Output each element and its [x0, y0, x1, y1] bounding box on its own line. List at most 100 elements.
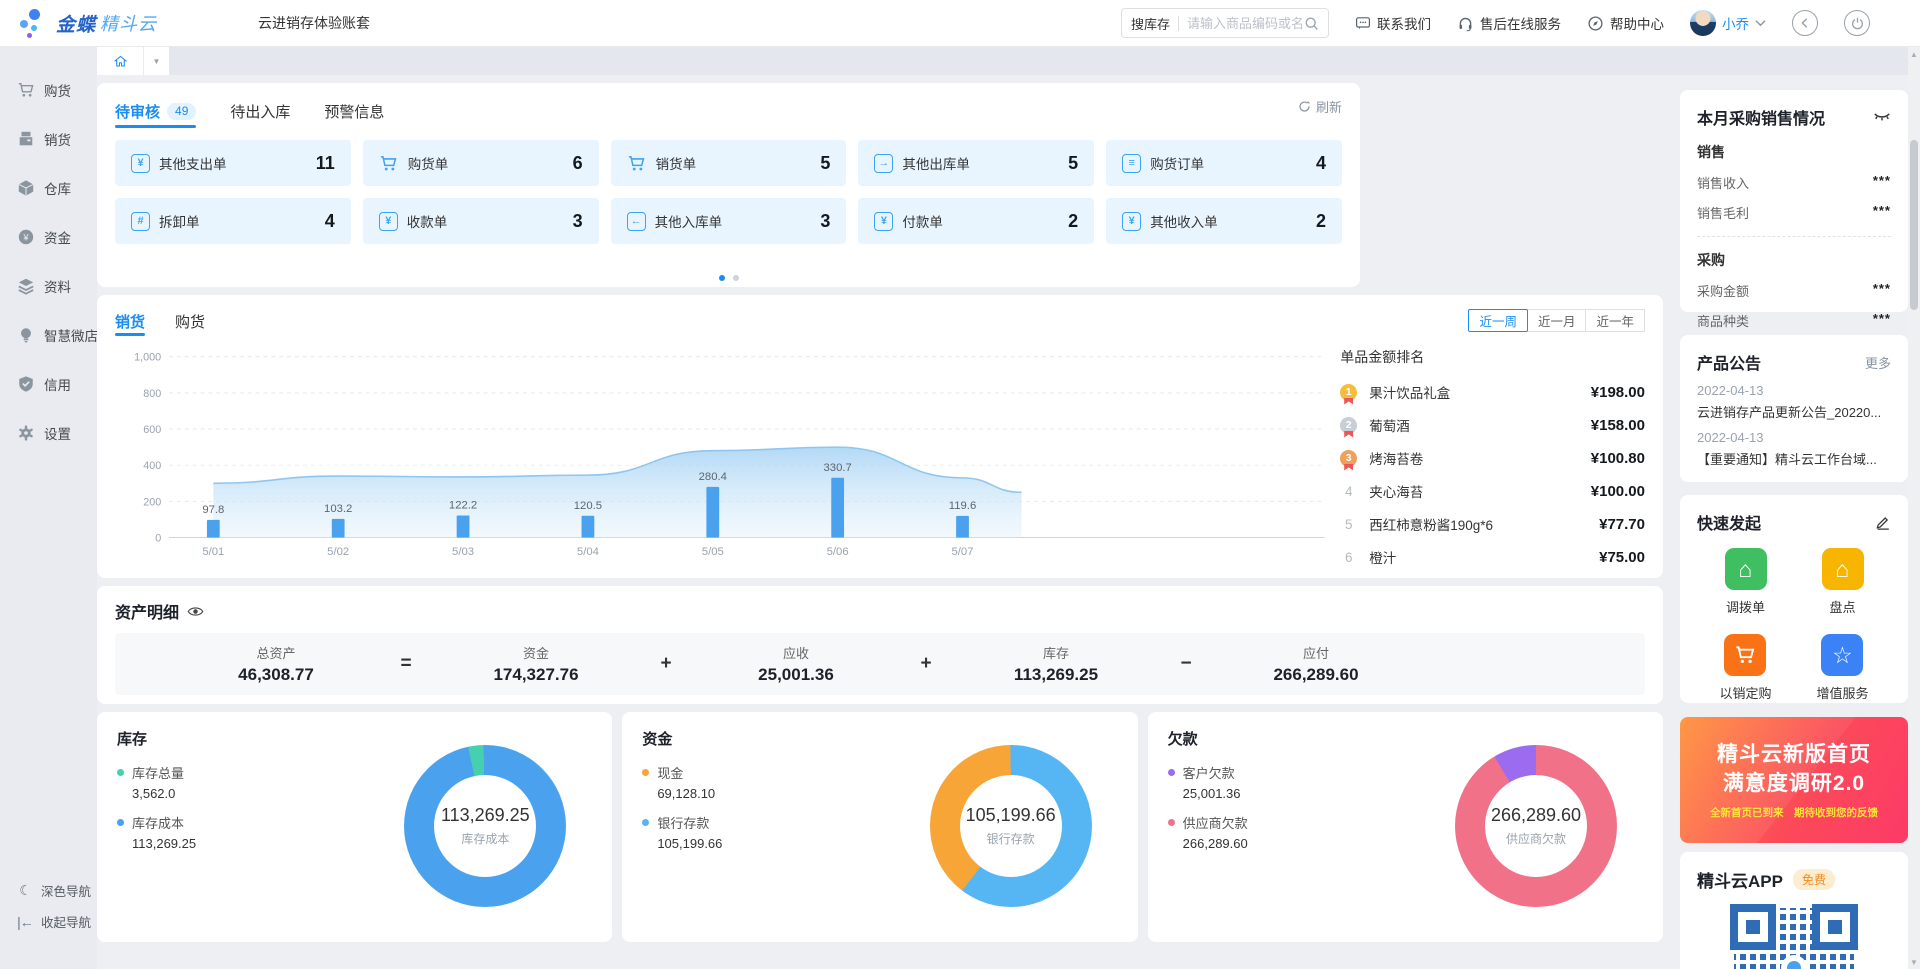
operator-equals: =: [367, 653, 445, 675]
task-card-disassembly[interactable]: # 拆卸单 4: [115, 198, 351, 244]
app-logo[interactable]: 金蝶 精斗云: [18, 6, 228, 40]
survey-banner[interactable]: 精斗云新版首页 满意度调研2.0 全新首页已到来 期待收到您的反馈: [1680, 717, 1908, 843]
sidebar-item-credit[interactable]: 信用: [0, 359, 97, 408]
edit-pencil-icon[interactable]: [1875, 514, 1891, 530]
payment-doc-icon: ¥: [874, 212, 893, 231]
page-scrollbar[interactable]: ▲ ▼: [1908, 47, 1920, 969]
assets-detail-panel: 资产明细 总资产46,308.77 = 资金174,327.76 + 应收25,…: [97, 586, 1663, 704]
cart-icon: [17, 81, 35, 99]
sidebar-item-settings[interactable]: 设置: [0, 408, 97, 457]
sidebar-item-purchase[interactable]: 购货: [0, 65, 97, 114]
tab-list-dropdown[interactable]: ▼: [143, 47, 169, 75]
after-sales-service-link[interactable]: 售后在线服务: [1457, 13, 1561, 33]
logout-power-button[interactable]: [1844, 10, 1870, 36]
eye-icon[interactable]: [187, 605, 204, 618]
eye-closed-icon[interactable]: [1873, 111, 1891, 123]
task-card-purchase-order[interactable]: 购货单 6: [363, 140, 599, 186]
task-card-other-expense[interactable]: ¥ 其他支出单 11: [115, 140, 351, 186]
moon-icon: ☾: [17, 882, 33, 899]
sales-section-header: 销售: [1697, 142, 1891, 162]
legend-dot: [642, 819, 649, 826]
range-week-button[interactable]: 近一周: [1468, 309, 1528, 332]
inventory-card: 库存 库存总量 3,562.0 库存成本 113,269.25 113,269.…: [97, 712, 612, 942]
app-qr-card: 精斗云APP 免费: [1680, 852, 1908, 969]
sidebar-item-funds[interactable]: ¥ 资金: [0, 212, 97, 261]
more-link[interactable]: 更多: [1865, 353, 1891, 372]
range-year-button[interactable]: 近一年: [1585, 309, 1645, 332]
bulb-icon: [17, 326, 35, 344]
sidebar-item-materials[interactable]: 资料: [0, 261, 97, 310]
scrollbar-thumb[interactable]: [1910, 140, 1918, 310]
task-card-other-income[interactable]: ¥ 其他收入单 2: [1106, 198, 1342, 244]
operator-plus: +: [627, 653, 705, 675]
contact-us-link[interactable]: 联系我们: [1355, 13, 1431, 33]
sidebar: 购货 销货 仓库 ¥ 资金 资料 智慧微店 信用 设置: [0, 47, 97, 969]
svg-text:5/07: 5/07: [952, 546, 974, 558]
svg-text:400: 400: [143, 460, 161, 472]
logo-dots-icon: [18, 6, 48, 40]
section-divider: [1697, 236, 1891, 237]
silver-medal-icon: 2: [1340, 417, 1357, 434]
disassembly-doc-icon: #: [131, 212, 150, 231]
sidebar-item-sales[interactable]: 销货: [0, 114, 97, 163]
quick-action-stocktake[interactable]: ⌂ 盘点: [1822, 548, 1864, 616]
announcements-card: 产品公告 更多 2022-04-13 云进销存产品更新公告_20220... 2…: [1680, 335, 1908, 482]
sidebar-item-smart-store[interactable]: 智慧微店: [0, 310, 97, 359]
collapse-nav-toggle[interactable]: |← 收起导航: [0, 912, 97, 931]
tab-alerts[interactable]: 预警信息: [324, 96, 384, 126]
back-button[interactable]: [1792, 10, 1818, 36]
collapse-icon: |←: [17, 914, 33, 930]
inbound-icon: ←: [627, 212, 646, 231]
announcement-item[interactable]: 2022-04-13 云进销存产品更新公告_20220...: [1697, 383, 1891, 421]
task-card-other-inbound[interactable]: ← 其他入库单 3: [611, 198, 847, 244]
pager-dot-2[interactable]: [733, 275, 739, 281]
task-card-sales-order[interactable]: 销货单 5: [611, 140, 847, 186]
quick-action-sell-to-buy[interactable]: 以销定购: [1719, 634, 1771, 702]
summary-row: 销售收入 ***: [1697, 173, 1891, 192]
stocktake-house-icon: ⌂: [1822, 548, 1864, 590]
task-card-other-outbound[interactable]: → 其他出库单 5: [858, 140, 1094, 186]
task-card-receipt[interactable]: ¥ 收款单 3: [363, 198, 599, 244]
chevron-down-icon: [1755, 19, 1766, 27]
tab-sales[interactable]: 销货: [115, 307, 145, 335]
cart-icon: [627, 153, 647, 173]
pager-dot-1[interactable]: [719, 275, 725, 281]
total-assets: 总资产46,308.77: [185, 643, 367, 685]
ranking-row[interactable]: 3 烤海苔卷 ¥100.80: [1340, 443, 1645, 473]
range-month-button[interactable]: 近一月: [1527, 309, 1587, 332]
refresh-button[interactable]: 刷新: [1298, 97, 1342, 116]
ranking-row[interactable]: 2 葡萄酒 ¥158.00: [1340, 410, 1645, 440]
ranking-row[interactable]: 5 西红柿意粉酱190g*6 ¥77.70: [1340, 509, 1645, 539]
contact-us-label: 联系我们: [1377, 13, 1431, 33]
tab-pending-in-out[interactable]: 待出入库: [230, 96, 290, 126]
search-scope-label[interactable]: 搜库存: [1131, 14, 1170, 33]
scroll-up-arrow[interactable]: ▲: [1908, 47, 1920, 61]
ranking-row[interactable]: 4 夹心海苔 ¥100.00: [1340, 476, 1645, 506]
user-menu[interactable]: 小乔: [1690, 10, 1766, 36]
inventory-search[interactable]: 搜库存: [1121, 8, 1329, 38]
help-center-link[interactable]: 帮助中心: [1587, 13, 1664, 33]
announcement-item[interactable]: 2022-04-13 【重要通知】精斗云工作台域...: [1697, 430, 1891, 468]
search-icon[interactable]: [1304, 16, 1319, 31]
register-icon: [17, 130, 35, 148]
tab-pending-approval[interactable]: 待审核 49: [115, 96, 196, 126]
quick-action-value-added[interactable]: ☆ 增值服务: [1816, 634, 1868, 702]
bronze-medal-icon: 3: [1340, 450, 1357, 467]
svg-text:5/03: 5/03: [452, 546, 474, 558]
task-card-payment[interactable]: ¥ 付款单 2: [858, 198, 1094, 244]
search-divider: [1178, 16, 1179, 31]
task-card-purchase-requisition[interactable]: ≡ 购货订单 4: [1106, 140, 1342, 186]
ranking-row[interactable]: 6 橙汁 ¥75.00: [1340, 542, 1645, 572]
ranking-row[interactable]: 1 果汁饮品礼盒 ¥198.00: [1340, 377, 1645, 407]
transfer-house-icon: ⌂: [1725, 548, 1767, 590]
sidebar-item-warehouse[interactable]: 仓库: [0, 163, 97, 212]
quick-action-transfer[interactable]: ⌂ 调拨单: [1725, 548, 1767, 616]
dark-nav-toggle[interactable]: ☾ 深色导航: [0, 881, 97, 900]
scroll-down-arrow[interactable]: ▼: [1908, 955, 1920, 969]
tab-purchase[interactable]: 购货: [175, 307, 205, 335]
svg-text:0: 0: [155, 532, 161, 544]
payables-total: 应付266,289.60: [1225, 643, 1407, 685]
user-name: 小乔: [1722, 13, 1749, 33]
home-tab[interactable]: [97, 47, 143, 75]
search-input[interactable]: [1187, 16, 1304, 31]
